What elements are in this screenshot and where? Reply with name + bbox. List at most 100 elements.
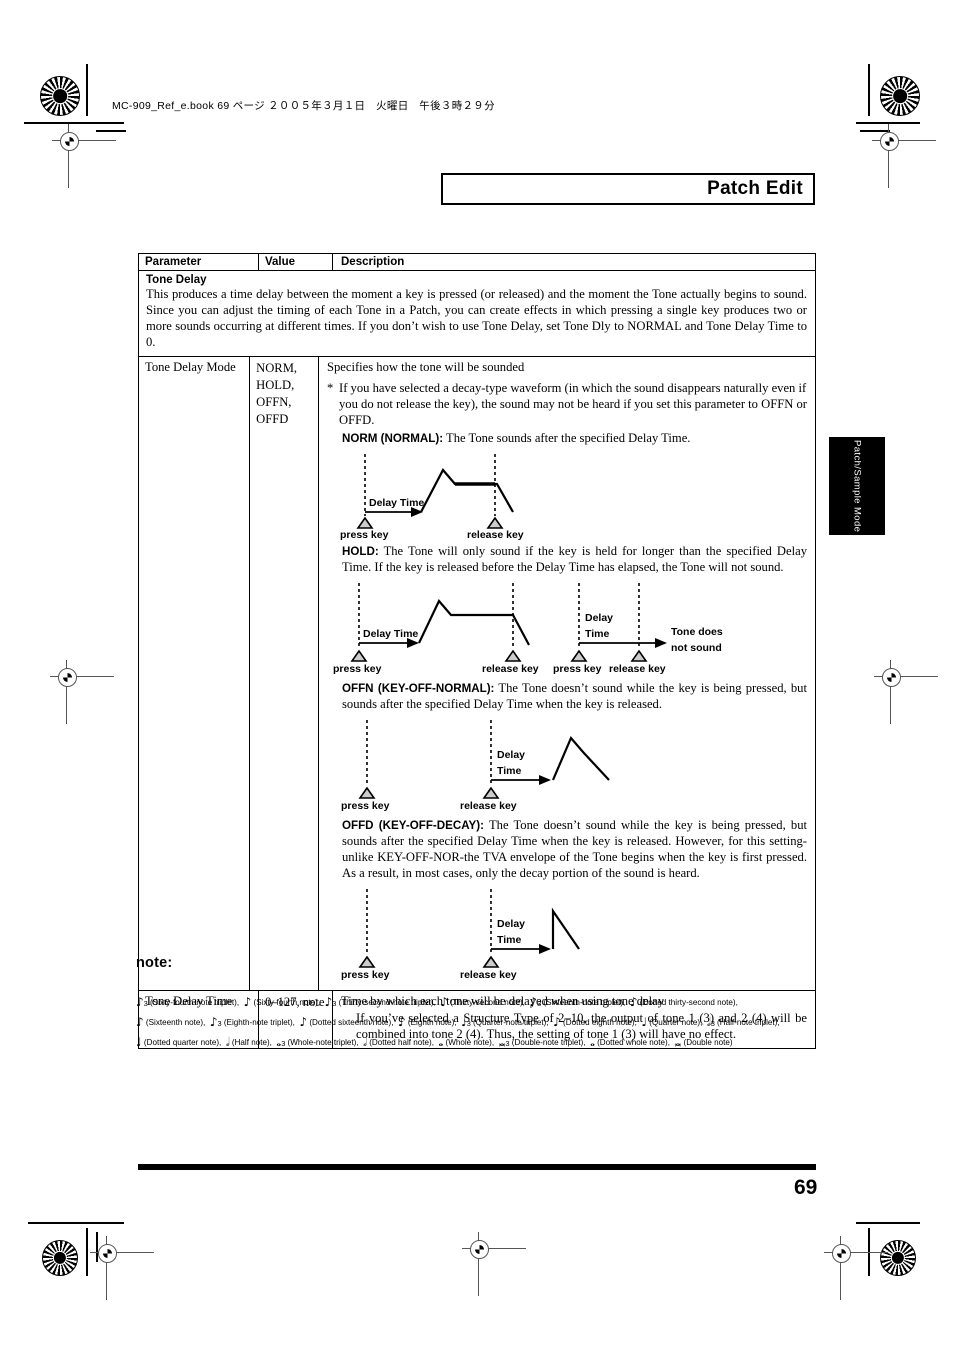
bullet-text: If you have selected a decay-type wavefo… bbox=[339, 380, 807, 427]
triplet-marker: 3 bbox=[217, 1018, 222, 1028]
figure-hold-delay-label-2-line1: Delay bbox=[585, 612, 613, 624]
table-section-row: Tone Delay This produces a time delay be… bbox=[139, 271, 815, 356]
mode-norm-name: NORM (NORMAL): bbox=[342, 431, 444, 445]
figure-offn-release-key-label: release key bbox=[460, 800, 517, 812]
mode-norm-paragraph: NORM (NORMAL): The Tone sounds after the… bbox=[342, 431, 807, 447]
mode-hold-name: HOLD: bbox=[342, 544, 379, 558]
registration-rosette-top-right bbox=[880, 76, 920, 116]
figure-norm-delay-label: Delay Time bbox=[369, 497, 424, 509]
figure-offd-delay-label-line2: Time bbox=[497, 934, 521, 946]
note-heading: note: bbox=[136, 955, 173, 971]
page-title: Patch Edit bbox=[707, 178, 803, 199]
crop-mark-bottom-left-v2 bbox=[96, 1232, 98, 1262]
triplet-marker: 3 bbox=[537, 999, 542, 1008]
music-note-icon: ♪ bbox=[629, 995, 638, 1009]
figure-hold-press-key-label: press key bbox=[333, 663, 382, 675]
crop-mark-top-left-h2 bbox=[96, 130, 126, 132]
footer-rule bbox=[138, 1164, 816, 1170]
column-header-parameter: Parameter bbox=[139, 254, 259, 271]
mode-block-offd: OFFD (KEY-OFF-DECAY): The Tone doesn’t s… bbox=[342, 818, 807, 882]
table-header-row: Parameter Value Description bbox=[139, 254, 815, 271]
crop-mark-top-right-v bbox=[868, 64, 870, 116]
figure-norm-envelope: Delay Time press key release key bbox=[327, 453, 807, 540]
mode-offn-name: OFFN (KEY-OFF-NORMAL): bbox=[342, 681, 495, 695]
figure-norm-release-key-label: release key bbox=[467, 529, 524, 540]
figure-hold-delay-label-2-line2: Time bbox=[585, 628, 609, 640]
music-note-icon: ♪ bbox=[299, 1014, 308, 1029]
note-value-label: (Dotted quarter note), bbox=[141, 1037, 226, 1047]
registration-rosette-top-left bbox=[40, 76, 80, 116]
music-note-icon: 𝅝 bbox=[590, 1034, 595, 1049]
press-key-marker bbox=[358, 786, 376, 799]
description-intro: Specifies how the tone will be sounded bbox=[327, 359, 525, 374]
section-thumb-tab: Patch/Sample Mode bbox=[829, 437, 885, 535]
document-page: MC-909_Ref_e.book 69 ページ ２００５年３月１日 火曜日 午… bbox=[0, 0, 954, 1351]
music-note-icon: 𝅝 bbox=[438, 1034, 444, 1049]
mode-offd-name: OFFD (KEY-OFF-DECAY): bbox=[342, 818, 485, 832]
music-note-icon: ♩ bbox=[136, 1034, 142, 1049]
note-value-label: (Half-note triplet), bbox=[714, 1017, 780, 1027]
note-value-label: (Thirty-second note), bbox=[447, 998, 530, 1007]
value-list: NORM, HOLD, OFFN, OFFD bbox=[256, 360, 298, 427]
note-value-label: (Dotted whole note), bbox=[594, 1037, 675, 1047]
section-description: This produces a time delay between the m… bbox=[146, 287, 807, 349]
registration-rosette-bottom-right bbox=[880, 1240, 916, 1276]
note-value-label: (Dotted eighth note), bbox=[560, 1017, 642, 1027]
figure-hold-envelope: Delay Time press key release key Delay T… bbox=[327, 582, 807, 675]
figure-offn-envelope: Delay Time press key release key bbox=[327, 719, 807, 812]
music-note-icon: ♪ bbox=[398, 1014, 406, 1029]
delay-arrow-head-2 bbox=[655, 637, 667, 648]
column-header-description: Description bbox=[333, 254, 815, 271]
note-section: note: ♪3 (Sixty-fourth-note triplet), ♪ … bbox=[136, 955, 826, 1048]
music-note-icon: ♪ bbox=[243, 995, 252, 1009]
parameter-label: Tone Delay Mode bbox=[145, 359, 236, 374]
figure-hold-press-key-label-2: press key bbox=[553, 663, 602, 675]
figure-offd-delay-label-line1: Delay bbox=[497, 918, 525, 930]
bullet-asterisk: * bbox=[327, 380, 334, 395]
triplet-marker: 3 bbox=[466, 1018, 471, 1028]
mode-offn-paragraph: OFFN (KEY-OFF-NORMAL): The Tone doesn’t … bbox=[342, 681, 807, 713]
section-title: Tone Delay bbox=[146, 274, 207, 286]
triplet-marker: 3 bbox=[710, 1018, 715, 1028]
music-note-icon: ♪ bbox=[440, 995, 448, 1009]
print-slug-line: MC-909_Ref_e.book 69 ページ ２００５年３月１日 火曜日 午… bbox=[112, 100, 495, 112]
mode-block-hold: HOLD: The Tone will only sound if the ke… bbox=[342, 544, 807, 576]
page-number: 69 bbox=[794, 1176, 818, 1199]
figure-hold-delay-label: Delay Time bbox=[363, 628, 418, 640]
mode-hold-text: The Tone will only sound if the key is h… bbox=[342, 543, 807, 574]
crop-mark-bottom-right-h bbox=[856, 1222, 920, 1224]
release-key-marker-1 bbox=[504, 649, 522, 662]
music-note-icon: ♪ bbox=[529, 995, 538, 1009]
note-value-label: (Eighth note), bbox=[405, 1017, 462, 1027]
note-value-label: (Double note) bbox=[681, 1037, 733, 1047]
note-value-label: (Dotted half note), bbox=[366, 1037, 439, 1047]
registration-rosette-bottom-left bbox=[42, 1240, 78, 1276]
triplet-marker: 3 bbox=[143, 999, 148, 1008]
envelope-curve bbox=[551, 735, 610, 781]
note-value-label: (Dotted sixteenth note), bbox=[307, 1017, 398, 1027]
triplet-marker: 3 bbox=[281, 1038, 286, 1048]
figure-hold-no-sound-line1: Tone does bbox=[671, 626, 723, 638]
note-value-label: (Whole-note triplet), bbox=[285, 1037, 364, 1047]
note-value-label: (Quarter note), bbox=[647, 1017, 707, 1027]
triplet-marker: 3 bbox=[332, 999, 337, 1008]
section-cell: Tone Delay This produces a time delay be… bbox=[139, 271, 815, 356]
press-key-marker-2 bbox=[570, 649, 588, 662]
note-line: ♪ (Sixteenth note), ♪ 3 (Eighth-note trip… bbox=[136, 1015, 826, 1029]
figure-offn-press-key-label: press key bbox=[341, 800, 390, 812]
crop-mark-top-left-v bbox=[86, 64, 88, 116]
mode-hold-paragraph: HOLD: The Tone will only sound if the ke… bbox=[342, 544, 807, 576]
note-line: ♪3 (Sixty-fourth-note triplet), ♪ (Sixty… bbox=[136, 995, 826, 1009]
figure-offn-delay-label-line2: Time bbox=[497, 765, 521, 777]
delay-arrow-head bbox=[539, 774, 551, 785]
note-value-label: (Sixteenth note), bbox=[143, 1017, 210, 1027]
note-value-label: (Eighth-note triplet), bbox=[221, 1017, 300, 1027]
crop-mark-bottom-left-h bbox=[28, 1222, 124, 1224]
press-key-marker-1 bbox=[350, 649, 368, 662]
music-note-icon: 𝅗𝅥 bbox=[363, 1034, 367, 1049]
press-key-marker bbox=[356, 516, 374, 529]
note-value-label: (Half note), bbox=[229, 1037, 277, 1047]
mode-block-offn: OFFN (KEY-OFF-NORMAL): The Tone doesn’t … bbox=[342, 681, 807, 713]
note-value-label: (Quarter-note triplet), bbox=[470, 1017, 554, 1027]
envelope-curve bbox=[420, 467, 514, 513]
